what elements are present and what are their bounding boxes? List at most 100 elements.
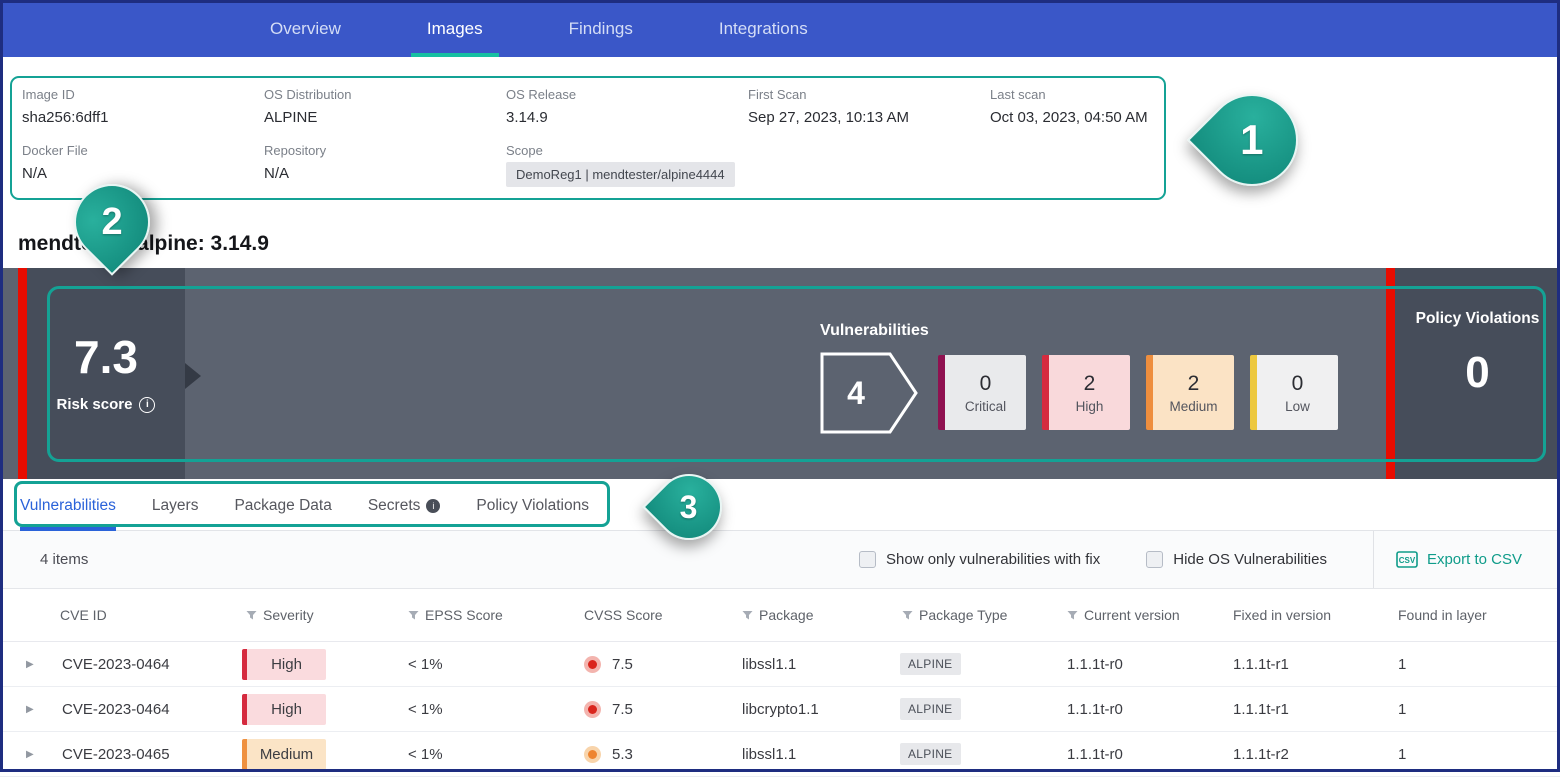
tab-layers[interactable]: Layers <box>152 481 199 530</box>
nav-tab-label: Overview <box>270 19 341 39</box>
meta-label: Repository <box>264 143 506 158</box>
risk-score-label: Risk score i <box>57 396 156 413</box>
meta-label: Scope <box>506 143 748 158</box>
cve-id-cell: CVE-2023-0465 <box>56 746 240 763</box>
column-label: Package Type <box>919 607 1007 623</box>
cvss-severity-dot-icon <box>584 701 601 718</box>
filter-funnel-icon[interactable] <box>902 610 913 621</box>
meta-label: Last scan <box>990 87 1164 102</box>
cvss-score-cell: 7.5 <box>578 701 736 718</box>
column-label: CVE ID <box>60 607 107 623</box>
column-header-cvss-score[interactable]: CVSS Score <box>578 607 736 623</box>
column-label: CVSS Score <box>584 607 663 623</box>
nav-tab-integrations[interactable]: Integrations <box>705 0 822 57</box>
meta-value: N/A <box>264 165 506 182</box>
meta-label: OS Distribution <box>264 87 506 102</box>
row-expand-caret-icon[interactable]: ▶ <box>0 659 56 670</box>
column-header-current-version[interactable]: Current version <box>1061 607 1227 623</box>
risk-score-value: 7.3 <box>74 334 138 380</box>
meta-field-first-scan: First Scan Sep 27, 2023, 10:13 AM <box>748 87 990 126</box>
column-label: Fixed in version <box>1233 607 1331 623</box>
fix-filter-checkbox[interactable] <box>859 551 876 568</box>
info-circle-icon[interactable]: i <box>139 397 155 413</box>
tab-secrets[interactable]: Secrets i <box>368 481 441 530</box>
column-header-epss-score[interactable]: EPSS Score <box>402 607 578 623</box>
package-cell: libssl1.1 <box>736 656 896 673</box>
package-type-badge: ALPINE <box>900 653 961 675</box>
alert-stripe-right <box>1386 268 1395 479</box>
meta-label: Image ID <box>22 87 264 102</box>
cvss-value: 7.5 <box>612 656 633 673</box>
nav-tab-findings[interactable]: Findings <box>555 0 647 57</box>
nav-tab-label: Findings <box>569 19 633 39</box>
tab-package-data[interactable]: Package Data <box>234 481 331 530</box>
column-header-severity[interactable]: Severity <box>240 607 402 623</box>
column-header-cve-id[interactable]: CVE ID <box>56 607 240 623</box>
meta-label: OS Release <box>506 87 748 102</box>
score-arrow-icon <box>185 363 201 389</box>
found-in-layer-cell: 1 <box>1392 701 1560 718</box>
fixed-version-cell: 1.1.1t-r2 <box>1227 746 1392 763</box>
nav-tab-overview[interactable]: Overview <box>256 0 355 57</box>
package-cell: libssl1.1 <box>736 746 896 763</box>
column-header-fixed-in-version[interactable]: Fixed in version <box>1227 607 1392 623</box>
meta-field-last-scan: Last scan Oct 03, 2023, 04:50 AM <box>990 87 1164 126</box>
severity-count: 0 <box>980 372 992 396</box>
severity-badge: Medium <box>242 739 326 770</box>
csv-file-icon: CSV <box>1396 551 1418 568</box>
cve-id-cell: CVE-2023-0464 <box>56 656 240 673</box>
table-body: ▶ CVE-2023-0464 High < 1% 7.5 libssl1.1 … <box>0 642 1560 777</box>
meta-field-os-distribution: OS Distribution ALPINE <box>264 87 506 126</box>
tab-vulnerabilities[interactable]: Vulnerabilities <box>20 481 116 530</box>
os-filter-checkbox[interactable] <box>1146 551 1163 568</box>
tab-label: Package Data <box>234 497 331 515</box>
fixed-version-cell: 1.1.1t-r1 <box>1227 701 1392 718</box>
filter-funnel-icon[interactable] <box>246 610 257 621</box>
table-header: CVE ID Severity EPSS Score CVSS Score Pa… <box>0 589 1560 642</box>
filter-funnel-icon[interactable] <box>408 610 419 621</box>
package-cell: libcrypto1.1 <box>736 701 896 718</box>
meta-value: ALPINE <box>264 109 506 126</box>
package-type-badge: ALPINE <box>900 698 961 720</box>
meta-value: 3.14.9 <box>506 109 748 126</box>
package-type-badge: ALPINE <box>900 743 961 765</box>
tab-policy-violations[interactable]: Policy Violations <box>476 481 589 530</box>
filter-show-fix: Show only vulnerabilities with fix <box>859 551 1100 568</box>
severity-label: Critical <box>965 399 1006 414</box>
fixed-version-cell: 1.1.1t-r1 <box>1227 656 1392 673</box>
meta-field-os-release: OS Release 3.14.9 <box>506 87 748 126</box>
risk-score-label-text: Risk score <box>57 396 133 413</box>
meta-field-scope: Scope DemoReg1 | mendtester/alpine4444 <box>506 143 748 187</box>
column-header-found-in-layer[interactable]: Found in layer <box>1392 607 1560 623</box>
callout-number: 3 <box>680 488 698 525</box>
row-expand-caret-icon[interactable]: ▶ <box>0 749 56 760</box>
low-count-chip: 0 Low <box>1250 355 1338 430</box>
column-label: EPSS Score <box>425 607 503 623</box>
column-header-package-type[interactable]: Package Type <box>896 607 1061 623</box>
cvss-value: 7.5 <box>612 701 633 718</box>
nav-tab-images[interactable]: Images <box>413 0 497 57</box>
severity-count: 2 <box>1188 372 1200 396</box>
table-toolbar: 4 items Show only vulnerabilities with f… <box>0 531 1560 589</box>
epss-score-cell: < 1% <box>402 746 578 763</box>
epss-score-cell: < 1% <box>402 701 578 718</box>
tab-label: Vulnerabilities <box>20 497 116 515</box>
info-icon[interactable]: i <box>426 499 440 513</box>
table-row[interactable]: ▶ CVE-2023-0465 Medium < 1% 5.3 libssl1.… <box>0 732 1560 777</box>
callout-number: 2 <box>101 201 122 244</box>
filter-funnel-icon[interactable] <box>1067 610 1078 621</box>
meta-field-docker-file: Docker File N/A <box>22 143 264 187</box>
table-row[interactable]: ▶ CVE-2023-0464 High < 1% 7.5 libcrypto1… <box>0 687 1560 732</box>
cvss-severity-dot-icon <box>584 746 601 763</box>
column-header-package[interactable]: Package <box>736 607 896 623</box>
meta-value: N/A <box>22 165 264 182</box>
row-expand-caret-icon[interactable]: ▶ <box>0 704 56 715</box>
vulnerabilities-total-tag: 4 <box>820 352 920 439</box>
filter-funnel-icon[interactable] <box>742 610 753 621</box>
table-row[interactable]: ▶ CVE-2023-0464 High < 1% 7.5 libssl1.1 … <box>0 642 1560 687</box>
items-count: 4 items <box>40 551 88 568</box>
column-label: Current version <box>1084 607 1180 623</box>
alert-stripe-left <box>18 268 27 479</box>
filter-label: Hide OS Vulnerabilities <box>1173 551 1327 568</box>
export-csv-button[interactable]: CSV Export to CSV <box>1373 531 1560 588</box>
